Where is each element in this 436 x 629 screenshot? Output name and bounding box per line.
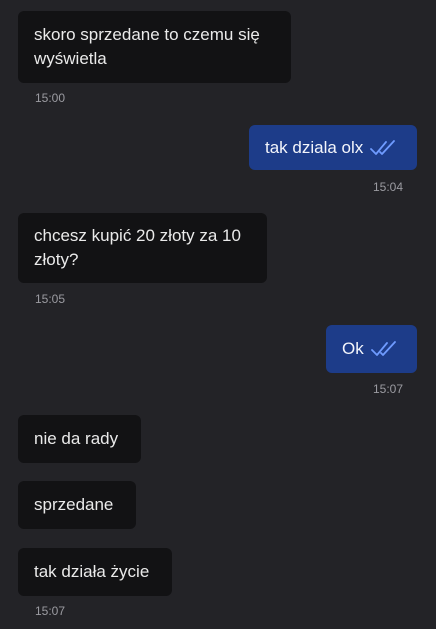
outgoing-message[interactable]: tak dziala olx [249,125,417,170]
message-timestamp: 15:00 [35,91,66,105]
incoming-message[interactable]: skoro sprzedane to czemu się wyświetla [18,11,291,83]
message-text: tak działa życie [34,562,150,581]
read-double-check-icon [370,341,396,356]
outgoing-message[interactable]: Ok [326,325,417,373]
message-text: nie da rady [34,429,119,448]
message-text: tak dziala olx [265,137,364,157]
message-text: Ok [342,339,364,358]
message-timestamp: 15:07 [35,604,66,618]
chat-thread: skoro sprzedane to czemu się wyświetla 1… [0,0,436,629]
incoming-message[interactable]: chcesz kupić 20 złoty za 10 złoty? [18,213,267,283]
message-timestamp: 15:07 [373,382,404,396]
read-double-check-icon [370,139,396,155]
incoming-message[interactable]: sprzedane [18,481,136,529]
message-text: skoro sprzedane to czemu się wyświetla [34,25,260,68]
incoming-message[interactable]: nie da rady [18,415,141,463]
incoming-message[interactable]: tak działa życie [18,548,172,596]
message-text: chcesz kupić 20 złoty za 10 złoty? [34,226,241,269]
message-timestamp: 15:04 [373,180,404,194]
message-text: sprzedane [34,495,114,514]
message-timestamp: 15:05 [35,292,66,306]
